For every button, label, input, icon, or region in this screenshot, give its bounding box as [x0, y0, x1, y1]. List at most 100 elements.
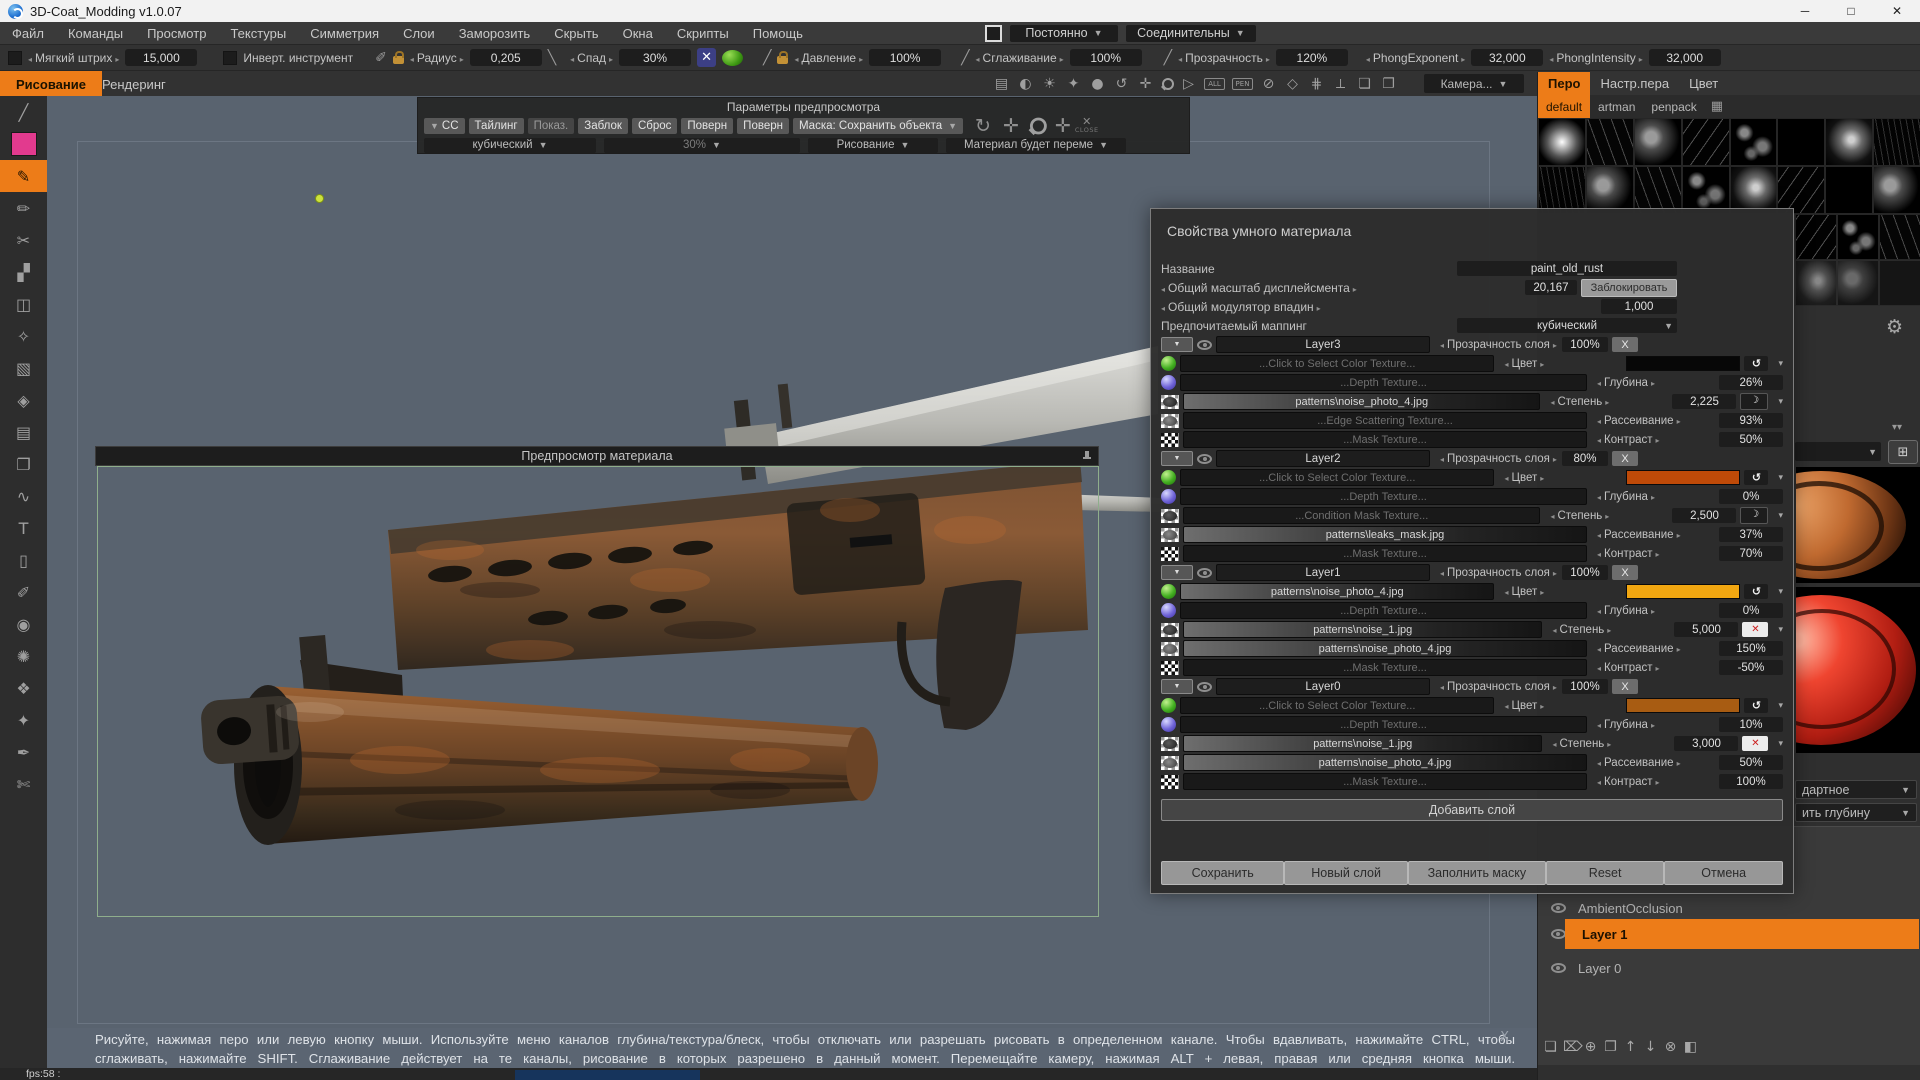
tab-render[interactable]: Рендеринг [86, 71, 182, 97]
texture-field[interactable]: ...Condition Mask Texture... [1183, 507, 1541, 524]
moon-icon[interactable]: ☽ [1740, 393, 1769, 410]
cavity-value[interactable]: 1,000 [1601, 299, 1677, 314]
brush-thumbnail[interactable] [1825, 118, 1874, 166]
mapping-dropdown[interactable]: кубический ▼ [424, 137, 596, 153]
close-help-icon[interactable]: X [1500, 1030, 1509, 1045]
texture-field[interactable]: ...Depth Texture... [1180, 716, 1587, 733]
menu-item[interactable]: Слои [391, 26, 447, 41]
mode-dropdown[interactable]: Рисование ▼ [808, 137, 938, 153]
pen-set-tab-artman[interactable]: artman [1590, 95, 1643, 118]
expand-icon[interactable]: ▼ [1161, 451, 1193, 466]
pen-tool-icon[interactable]: ✒ [0, 736, 47, 768]
layer-opacity-value[interactable]: 100% [1562, 337, 1608, 352]
menu-item[interactable]: Просмотр [135, 26, 218, 41]
preview-param-button[interactable]: Поверн [737, 117, 789, 134]
pen-select-icon[interactable]: PEN [1232, 78, 1253, 90]
dialog-button-5[interactable]: Отмена [1664, 861, 1783, 885]
menu-item[interactable]: Файл [0, 26, 56, 41]
param-value[interactable]: 10% [1719, 717, 1783, 732]
brush-thumbnail[interactable] [1795, 260, 1837, 306]
standard-dropdown-partial[interactable]: дартное ▼ [1795, 780, 1917, 799]
play-icon[interactable]: ▷ [1180, 76, 1197, 92]
clear-layer-icon[interactable]: ⊗ [1663, 1039, 1678, 1055]
chevron-down-icon[interactable]: ▾ [1778, 396, 1783, 407]
layer-opacity-value[interactable]: 100% [1562, 679, 1608, 694]
dialog-button-1[interactable]: Сохранить [1161, 861, 1285, 885]
move-down-icon[interactable]: ↓ [1643, 1039, 1658, 1055]
camera-dropdown[interactable]: Камера... ▼ [1424, 74, 1524, 93]
soft-stroke-value[interactable]: 15,000 [125, 49, 198, 66]
eye-icon[interactable] [1550, 929, 1566, 939]
new-layer-icon[interactable]: ❏ [1543, 1039, 1558, 1055]
preview-param-button[interactable]: Показ. [527, 117, 575, 134]
preview-param-button[interactable]: ▼ CC [424, 117, 465, 134]
magnify-icon[interactable] [1028, 117, 1047, 134]
layer-opacity-value[interactable]: 80% [1562, 451, 1608, 466]
soft-stroke-checkbox[interactable] [8, 50, 22, 65]
brush-thumbnail[interactable] [1873, 166, 1920, 214]
brush-thumbnail[interactable] [1777, 118, 1826, 166]
texture-field[interactable]: ...Mask Texture... [1183, 659, 1587, 676]
disabled-icon[interactable]: ✕ [1742, 622, 1769, 637]
falloff-value[interactable]: 30% [619, 49, 692, 66]
paint-tool-icon[interactable]: ✐ [0, 576, 47, 608]
menu-item[interactable]: Заморозить [447, 26, 543, 41]
green-sphere-icon[interactable] [722, 49, 744, 66]
dialog-button-2[interactable]: Новый слой [1284, 861, 1408, 885]
sparkle-icon[interactable]: ✦ [1065, 76, 1082, 92]
scissors-tool-icon[interactable]: ✄ [0, 768, 47, 800]
layer-name-field[interactable]: Layer3 [1216, 336, 1430, 353]
chevron-down-icon[interactable]: ▾ [1778, 358, 1783, 369]
mask-dropdown[interactable]: Маска: Сохранить объекта ▼ [792, 117, 964, 134]
brush-thumbnail[interactable] [1795, 214, 1837, 260]
param-value[interactable]: 100% [1719, 774, 1783, 789]
param-value[interactable]: 70% [1719, 546, 1783, 561]
frame-tool-icon[interactable]: ▯ [0, 544, 47, 576]
brush-thumbnail[interactable] [1681, 118, 1730, 166]
chevron-down-icon[interactable]: ▾ [1778, 472, 1783, 483]
texture-field[interactable]: ...Click to Select Color Texture... [1180, 697, 1495, 714]
color-swatch[interactable] [1626, 698, 1741, 713]
expand-icon[interactable]: ▼ [1161, 679, 1193, 694]
brush-thumbnail[interactable] [1777, 166, 1826, 214]
material-preview-titlebar[interactable]: Предпросмотр материала [95, 446, 1099, 466]
param-value[interactable]: 150% [1719, 641, 1783, 656]
axis-icon[interactable]: ⟂ [1332, 76, 1349, 92]
layer-opacity-value[interactable]: 100% [1562, 565, 1608, 580]
pressure-value[interactable]: 100% [869, 49, 942, 66]
pen-set-tab-penpack[interactable]: penpack [1643, 95, 1704, 118]
chevron-down-icon[interactable]: ▾ [1778, 510, 1783, 521]
move-up-icon[interactable]: ↑ [1623, 1039, 1638, 1055]
menu-item[interactable]: Текстуры [218, 26, 298, 41]
chevron-down-icon[interactable]: ▾ [1778, 586, 1783, 597]
param-value[interactable]: 5,000 [1674, 622, 1739, 637]
expand-icon[interactable]: ▼ [1161, 337, 1193, 352]
eye-icon[interactable] [1550, 963, 1566, 973]
menu-item[interactable]: Скрыть [542, 26, 610, 41]
contrast-icon[interactable]: ◐ [1017, 76, 1034, 92]
param-value[interactable]: 0% [1719, 603, 1783, 618]
close-preview-params-button[interactable]: ✕ CLOSE [1075, 116, 1099, 135]
texture-field[interactable]: ...Depth Texture... [1180, 488, 1587, 505]
chevron-down-icon[interactable]: ▾ [1778, 700, 1783, 711]
dialog-button-3[interactable]: Заполнить маску [1407, 861, 1546, 885]
layer-name-field[interactable]: Layer1 [1216, 564, 1430, 581]
move-icon[interactable]: ✛ [1003, 115, 1019, 137]
layer-name-field[interactable]: Layer0 [1216, 678, 1430, 695]
curve-tool-icon[interactable]: ∿ [0, 480, 47, 512]
depth-dropdown-partial[interactable]: ить глубину ▼ [1795, 803, 1917, 822]
tab-настр.пера[interactable]: Настр.пера [1590, 72, 1679, 95]
brush-thumbnail[interactable] [1585, 166, 1634, 214]
undo-icon[interactable]: ↺ [1744, 584, 1769, 599]
param-value[interactable]: 26% [1719, 375, 1783, 390]
brush-thumbnail[interactable] [1633, 166, 1682, 214]
minimize-button[interactable]: ─ [1782, 0, 1828, 22]
gear-icon[interactable]: ⚙ [1886, 316, 1903, 338]
param-value[interactable]: 2,225 [1672, 394, 1737, 409]
brush-tool-icon[interactable]: ✎ [0, 160, 47, 192]
folder-icon[interactable]: ◧ [1683, 1039, 1698, 1055]
picker-tool-icon[interactable]: ✦ [0, 704, 47, 736]
texture-field[interactable]: ...Edge Scattering Texture... [1183, 412, 1587, 429]
texture-field[interactable]: patterns\leaks_mask.jpg [1183, 526, 1587, 543]
import-layer-icon[interactable]: ⊕ [1583, 1039, 1598, 1055]
